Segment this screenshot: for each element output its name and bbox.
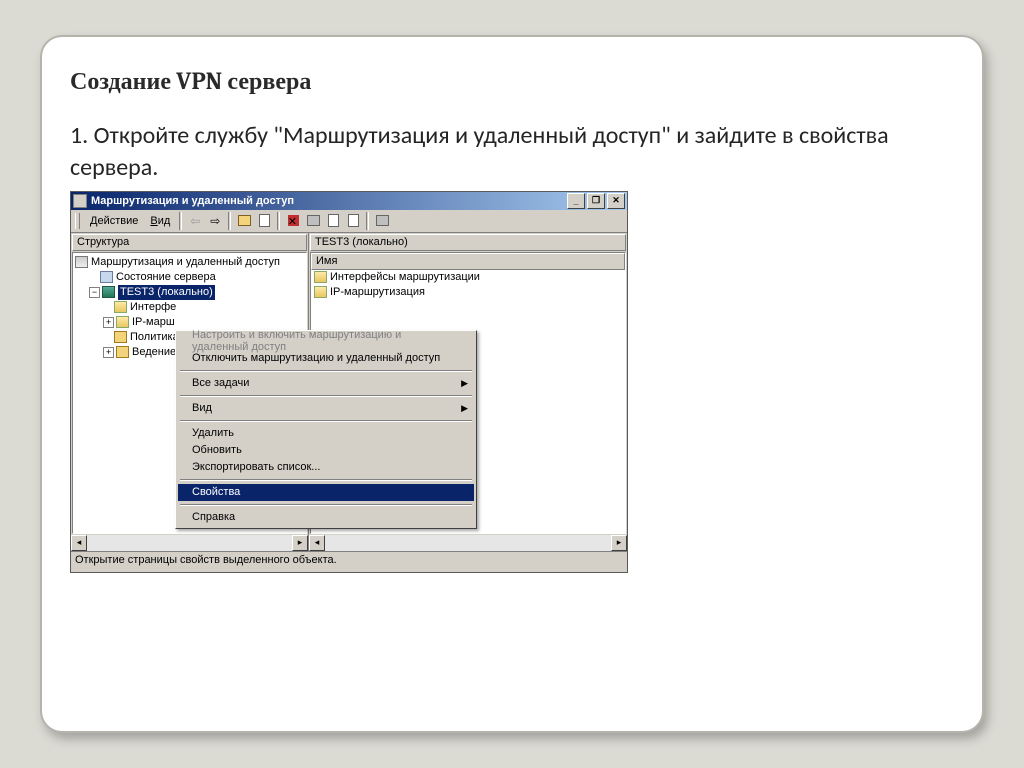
context-menu: Настроить и включить маршрутизацию и уда…	[175, 330, 477, 529]
refresh-icon	[328, 214, 339, 227]
grip-handle	[75, 213, 80, 229]
toolbar-separator	[366, 212, 369, 230]
ctx-separator	[180, 479, 472, 481]
slide-title: Создание VPN сервера	[70, 67, 954, 96]
scroll-right-button[interactable]: ▸	[611, 535, 627, 551]
restore-button[interactable]: ❐	[587, 193, 605, 209]
list-item-ip-routing[interactable]: IP-маршрутизация	[311, 285, 625, 300]
client-area: Структура Маршрутизация и удаленный дост…	[71, 233, 627, 551]
expand-icon[interactable]: +	[103, 317, 114, 328]
scroll-left-button[interactable]: ◂	[71, 535, 87, 551]
console-root-icon	[75, 256, 88, 268]
titlebar[interactable]: Маршрутизация и удаленный доступ _ ❐ ✕	[71, 192, 627, 210]
nav-back-button[interactable]: ⇦	[185, 211, 205, 231]
collapse-icon[interactable]: −	[89, 287, 100, 298]
delete-button[interactable]: ✕	[283, 211, 303, 231]
tree-root[interactable]: Маршрутизация и удаленный доступ	[75, 255, 306, 270]
ctx-item-configure: Настроить и включить маршрутизацию и уда…	[178, 333, 474, 350]
folder-icon	[114, 331, 127, 343]
ctx-separator	[180, 504, 472, 506]
arrow-right-icon: ⇨	[210, 214, 220, 228]
menu-view[interactable]: Вид	[144, 215, 176, 227]
server-status-icon	[100, 271, 113, 283]
nav-forward-button[interactable]: ⇨	[205, 211, 225, 231]
toolbar-separator	[179, 212, 182, 230]
ip-routing-icon	[314, 286, 327, 298]
tree-view[interactable]: Маршрутизация и удаленный доступ Состоян…	[72, 252, 307, 534]
ctx-item-refresh[interactable]: Обновить	[178, 442, 474, 459]
expand-icon[interactable]: +	[103, 347, 114, 358]
ctx-item-view[interactable]: Вид ▶	[178, 400, 474, 417]
server-icon	[102, 286, 115, 298]
ctx-item-properties[interactable]: Свойства	[178, 484, 474, 501]
scroll-left-button[interactable]: ◂	[309, 535, 325, 551]
minimize-button[interactable]: _	[567, 193, 585, 209]
console-tree-icon	[259, 214, 270, 227]
help-button[interactable]	[372, 211, 392, 231]
menubar: Действие Вид ⇦ ⇨ ✕	[71, 210, 627, 233]
status-bar: Открытие страницы свойств выделенного об…	[71, 551, 627, 572]
tree-item-server-status[interactable]: Состояние сервера	[75, 270, 306, 285]
tree-item-ip-routing[interactable]: + IP-марш	[75, 315, 306, 330]
interfaces-icon	[314, 271, 327, 283]
delete-x-icon: ✕	[288, 215, 299, 226]
slide: Создание VPN сервера 1. Откройте службу …	[40, 35, 984, 733]
export-button[interactable]	[343, 211, 363, 231]
toolbar-separator	[277, 212, 280, 230]
folder-up-icon	[238, 215, 251, 226]
show-hide-button[interactable]	[254, 211, 274, 231]
tree-item-interfaces[interactable]: Интерфе	[75, 300, 306, 315]
refresh-button[interactable]	[323, 211, 343, 231]
slide-step-text: 1. Откройте службу "Маршрутизация и удал…	[70, 120, 954, 185]
list-column-name[interactable]: Имя	[311, 253, 625, 270]
ctx-item-delete[interactable]: Удалить	[178, 425, 474, 442]
ctx-item-export[interactable]: Экспортировать список...	[178, 459, 474, 476]
list-item-interfaces[interactable]: Интерфейсы маршрутизации	[311, 270, 625, 285]
submenu-arrow-icon: ▶	[461, 403, 468, 414]
mmc-window: Маршрутизация и удаленный доступ _ ❐ ✕ Д…	[70, 191, 628, 573]
ctx-item-disable[interactable]: Отключить маршрутизацию и удаленный дост…	[178, 350, 474, 367]
window-controls: _ ❐ ✕	[565, 193, 625, 209]
scroll-right-button[interactable]: ▸	[292, 535, 308, 551]
tree-scrollbar-horizontal[interactable]: ◂ ▸	[71, 535, 308, 551]
tree-item-test3[interactable]: − TEST3 (локально)	[75, 285, 306, 300]
ctx-item-all-tasks[interactable]: Все задачи ▶	[178, 375, 474, 392]
ctx-separator	[180, 370, 472, 372]
interfaces-icon	[114, 301, 127, 313]
properties-icon	[307, 215, 320, 226]
tree-header[interactable]: Структура	[72, 234, 307, 251]
ctx-separator	[180, 420, 472, 422]
menu-action[interactable]: Действие	[84, 215, 144, 227]
export-list-icon	[348, 214, 359, 227]
ip-routing-icon	[116, 316, 129, 328]
scroll-track[interactable]	[325, 535, 611, 551]
app-icon	[73, 194, 87, 208]
arrow-left-icon: ⇦	[190, 214, 200, 228]
toolbar-separator	[228, 212, 231, 230]
scroll-track[interactable]	[87, 535, 292, 551]
list-scrollbar-horizontal[interactable]: ◂ ▸	[309, 535, 627, 551]
ctx-item-help[interactable]: Справка	[178, 509, 474, 526]
up-level-button[interactable]	[234, 211, 254, 231]
ctx-separator	[180, 395, 472, 397]
tree-pane: Структура Маршрутизация и удаленный дост…	[71, 233, 309, 551]
folder-icon	[116, 346, 129, 358]
help-icon	[376, 215, 389, 226]
list-header[interactable]: TEST3 (локально)	[310, 234, 626, 251]
close-button[interactable]: ✕	[607, 193, 625, 209]
properties-button[interactable]	[303, 211, 323, 231]
submenu-arrow-icon: ▶	[461, 378, 468, 389]
window-title: Маршрутизация и удаленный доступ	[91, 195, 565, 207]
